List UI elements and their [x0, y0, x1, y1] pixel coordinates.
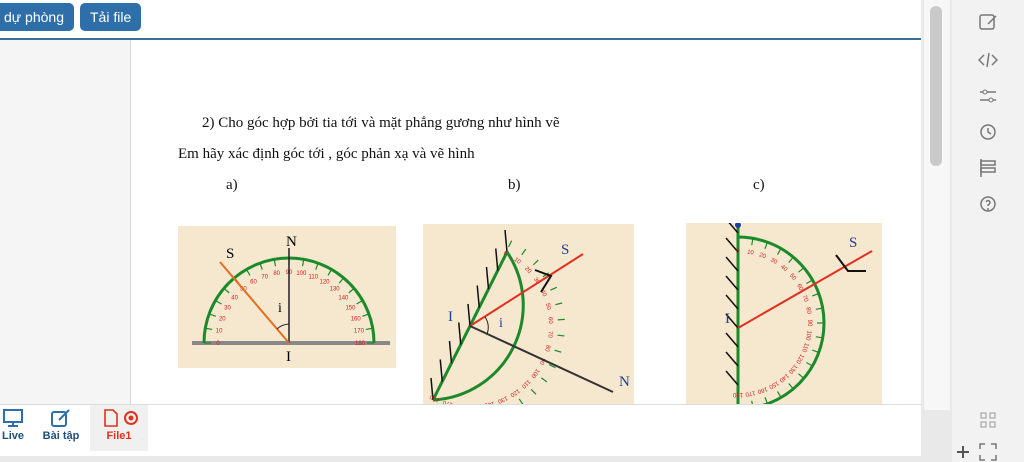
label-I: I	[725, 311, 730, 327]
monitor-icon	[3, 409, 23, 427]
part-label-a: a)	[226, 177, 238, 193]
question-instruction: Em hãy xác định góc tới , góc phản xạ và…	[178, 146, 475, 162]
scale-label: 170	[354, 329, 365, 335]
scale-label: 140	[338, 295, 349, 301]
scale-label: 20	[219, 317, 226, 323]
tab-exercises-label: Bài tập	[42, 430, 80, 442]
add-icon[interactable]	[955, 444, 971, 460]
snippet-icon[interactable]	[978, 12, 998, 32]
figure-a: 0102030405060708090100110120130140150160…	[178, 226, 396, 368]
scale-label: 60	[250, 280, 257, 286]
code-icon[interactable]	[978, 50, 998, 70]
scrollbar-thumb[interactable]	[930, 6, 942, 166]
tab-file1[interactable]: File1	[90, 405, 148, 451]
tab-exercises[interactable]: Bài tập	[40, 405, 82, 451]
edit-icon	[51, 409, 70, 427]
scale-label: 40	[231, 295, 238, 301]
top-toolbar: dự phòng Tải file	[0, 0, 921, 38]
bottom-bar: Live Bài tập File1	[0, 404, 921, 456]
scale-label: 100	[296, 271, 307, 277]
figure-b: 0102030405060708090100110120130140150160…	[423, 224, 634, 404]
label-I: I	[286, 349, 291, 365]
scale-label: 180	[732, 391, 743, 397]
label-S: S	[226, 246, 234, 262]
expand-icon[interactable]	[978, 442, 998, 462]
left-panel	[0, 40, 131, 404]
label-i: i	[499, 316, 503, 331]
label-N: N	[286, 234, 297, 250]
label-S: S	[561, 242, 569, 258]
label-S: S	[849, 235, 857, 251]
scale-label: 60	[547, 317, 553, 325]
file-icon	[104, 409, 138, 427]
scale-label: 120	[319, 280, 330, 286]
question-title: 2) Cho góc hợp bởi tia tới và mặt phẳng …	[202, 115, 560, 131]
label-i: i	[278, 301, 282, 316]
scale-label: 150	[345, 306, 356, 312]
main-window: dự phòng Tải file 2) Cho góc hợp bởi tia…	[0, 0, 921, 456]
part-label-b: b)	[508, 177, 521, 193]
scale-tick	[557, 334, 565, 337]
sliders-icon[interactable]	[978, 86, 998, 106]
scale-label: 10	[216, 329, 223, 335]
grid-icon[interactable]	[978, 410, 998, 430]
list-icon[interactable]	[978, 158, 998, 178]
tab-file1-label: File1	[106, 430, 132, 442]
label-N: N	[619, 374, 630, 390]
scale-label: 90	[806, 320, 812, 327]
scale-label: 70	[261, 274, 268, 280]
history-icon[interactable]	[978, 122, 998, 142]
scale-label: 80	[273, 271, 280, 277]
help-icon[interactable]	[978, 194, 998, 214]
scale-label: 30	[224, 306, 231, 312]
scale-label: 180	[355, 341, 366, 347]
figure-b-background	[423, 224, 634, 404]
tab-live-label: Live	[1, 430, 24, 442]
toolbar-divider	[0, 38, 921, 40]
vertical-scrollbar[interactable]	[924, 0, 950, 410]
scale-label: 130	[330, 287, 341, 293]
right-toolbar	[952, 0, 1024, 462]
label-I: I	[448, 309, 453, 325]
part-label-c: c)	[753, 177, 765, 193]
scale-label: 160	[351, 317, 362, 323]
upload-file-button[interactable]: Tải file	[80, 3, 142, 31]
scale-label: 110	[308, 274, 318, 280]
scale-label: 70	[546, 331, 553, 339]
tab-live[interactable]: Live	[0, 405, 26, 451]
figure-c: 0 10 2030405060708090100110120130140150160…	[686, 223, 882, 404]
backup-button[interactable]: dự phòng	[0, 3, 74, 31]
